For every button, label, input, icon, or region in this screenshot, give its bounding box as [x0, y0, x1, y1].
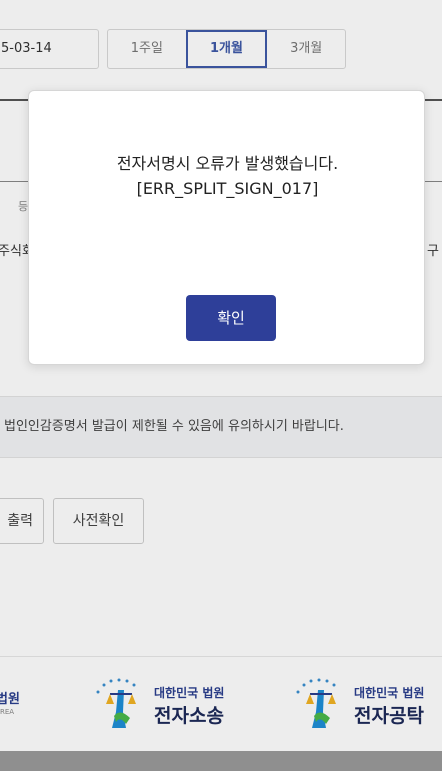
error-dialog: 전자서명시 오류가 발생했습니다.[ERR_SPLIT_SIGN_017] 확인 — [28, 90, 425, 365]
footer-bottom-bar — [0, 751, 442, 771]
error-message: 전자서명시 오류가 발생했습니다.[ERR_SPLIT_SIGN_017] — [116, 154, 339, 198]
confirm-button[interactable]: 확인 — [186, 295, 276, 341]
